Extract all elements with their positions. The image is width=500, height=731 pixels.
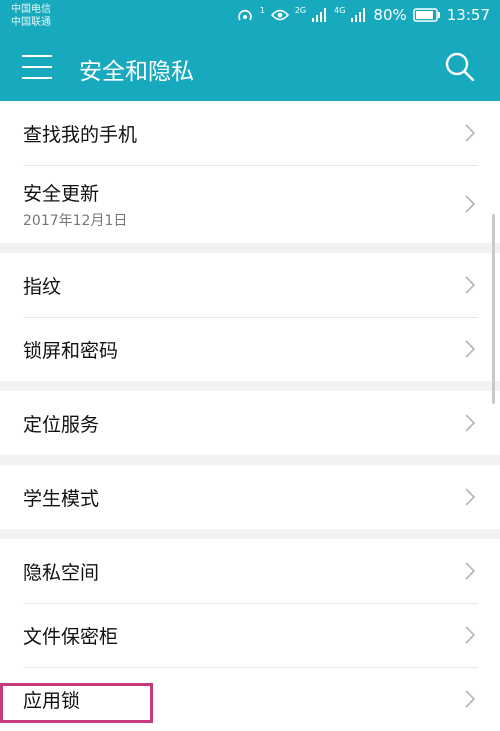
menu-icon-bar	[22, 77, 52, 79]
menu-icon	[22, 55, 52, 57]
carrier-info: 中国电信 中国联通	[11, 3, 51, 29]
clock: 13:57	[446, 6, 490, 24]
group-divider	[0, 243, 500, 253]
settings-group: 指纹 锁屏和密码	[0, 253, 500, 381]
network-type-1: 2G	[294, 5, 307, 15]
security-update-item[interactable]: 安全更新 2017年12月1日	[0, 165, 500, 243]
battery-icon	[413, 8, 441, 22]
hotspot-count: 1	[259, 5, 265, 15]
scrollbar[interactable]	[492, 214, 495, 404]
settings-group: 学生模式	[0, 465, 500, 529]
list-item-label: 指纹	[23, 275, 62, 298]
menu-button[interactable]	[22, 55, 52, 79]
carrier-1: 中国电信	[11, 4, 51, 15]
chevron-right-icon	[465, 414, 475, 432]
list-item-label: 学生模式	[23, 487, 100, 510]
settings-group: 查找我的手机 安全更新 2017年12月1日	[0, 101, 500, 243]
lock-screen-password-item[interactable]: 锁屏和密码	[0, 317, 500, 381]
list-item-label: 锁屏和密码	[23, 339, 119, 362]
list-item-label: 定位服务	[23, 413, 100, 436]
settings-list: 查找我的手机 安全更新 2017年12月1日 指纹 锁屏和密码 定位服务 学生模…	[0, 101, 500, 731]
file-safe-item[interactable]: 文件保密柜	[0, 603, 500, 667]
chevron-right-icon	[465, 195, 475, 213]
list-item-label: 文件保密柜	[23, 625, 119, 648]
status-icons: 1 2G 4G 80% 13:57	[236, 6, 490, 24]
find-my-phone-item[interactable]: 查找我的手机	[0, 101, 500, 165]
group-divider	[0, 381, 500, 391]
fingerprint-item[interactable]: 指纹	[0, 253, 500, 317]
list-item-label: 安全更新	[23, 182, 100, 205]
app-header: 中国电信 中国联通 1 2G 4G 80% 13:57 安全和隐私	[0, 0, 500, 101]
chevron-right-icon	[465, 626, 475, 644]
menu-icon-bar	[22, 66, 52, 68]
chevron-right-icon	[465, 488, 475, 506]
list-item-label: 应用锁	[23, 689, 81, 712]
hotspot-icon	[236, 7, 254, 23]
search-button[interactable]	[444, 51, 476, 83]
page-title: 安全和隐私	[79, 59, 194, 85]
chevron-right-icon	[465, 690, 475, 708]
private-space-item[interactable]: 隐私空间	[0, 539, 500, 603]
eye-icon	[270, 8, 289, 22]
chevron-right-icon	[465, 340, 475, 358]
battery-percent: 80%	[373, 6, 407, 24]
chevron-right-icon	[465, 124, 475, 142]
signal-icon-1	[312, 8, 328, 22]
list-item-subtitle: 2017年12月1日	[23, 212, 128, 229]
group-divider	[0, 455, 500, 465]
signal-icon-2	[351, 8, 367, 22]
search-icon	[445, 52, 475, 82]
list-item-label: 隐私空间	[23, 561, 100, 584]
chevron-right-icon	[465, 562, 475, 580]
chevron-right-icon	[465, 276, 475, 294]
network-type-2: 4G	[334, 5, 346, 15]
group-divider	[0, 529, 500, 539]
settings-group: 定位服务	[0, 391, 500, 455]
app-lock-item[interactable]: 应用锁	[0, 667, 500, 731]
settings-group: 隐私空间 文件保密柜 应用锁	[0, 539, 500, 731]
location-service-item[interactable]: 定位服务	[0, 391, 500, 455]
carrier-2: 中国联通	[11, 17, 51, 28]
list-item-label: 查找我的手机	[23, 123, 138, 146]
student-mode-item[interactable]: 学生模式	[0, 465, 500, 529]
